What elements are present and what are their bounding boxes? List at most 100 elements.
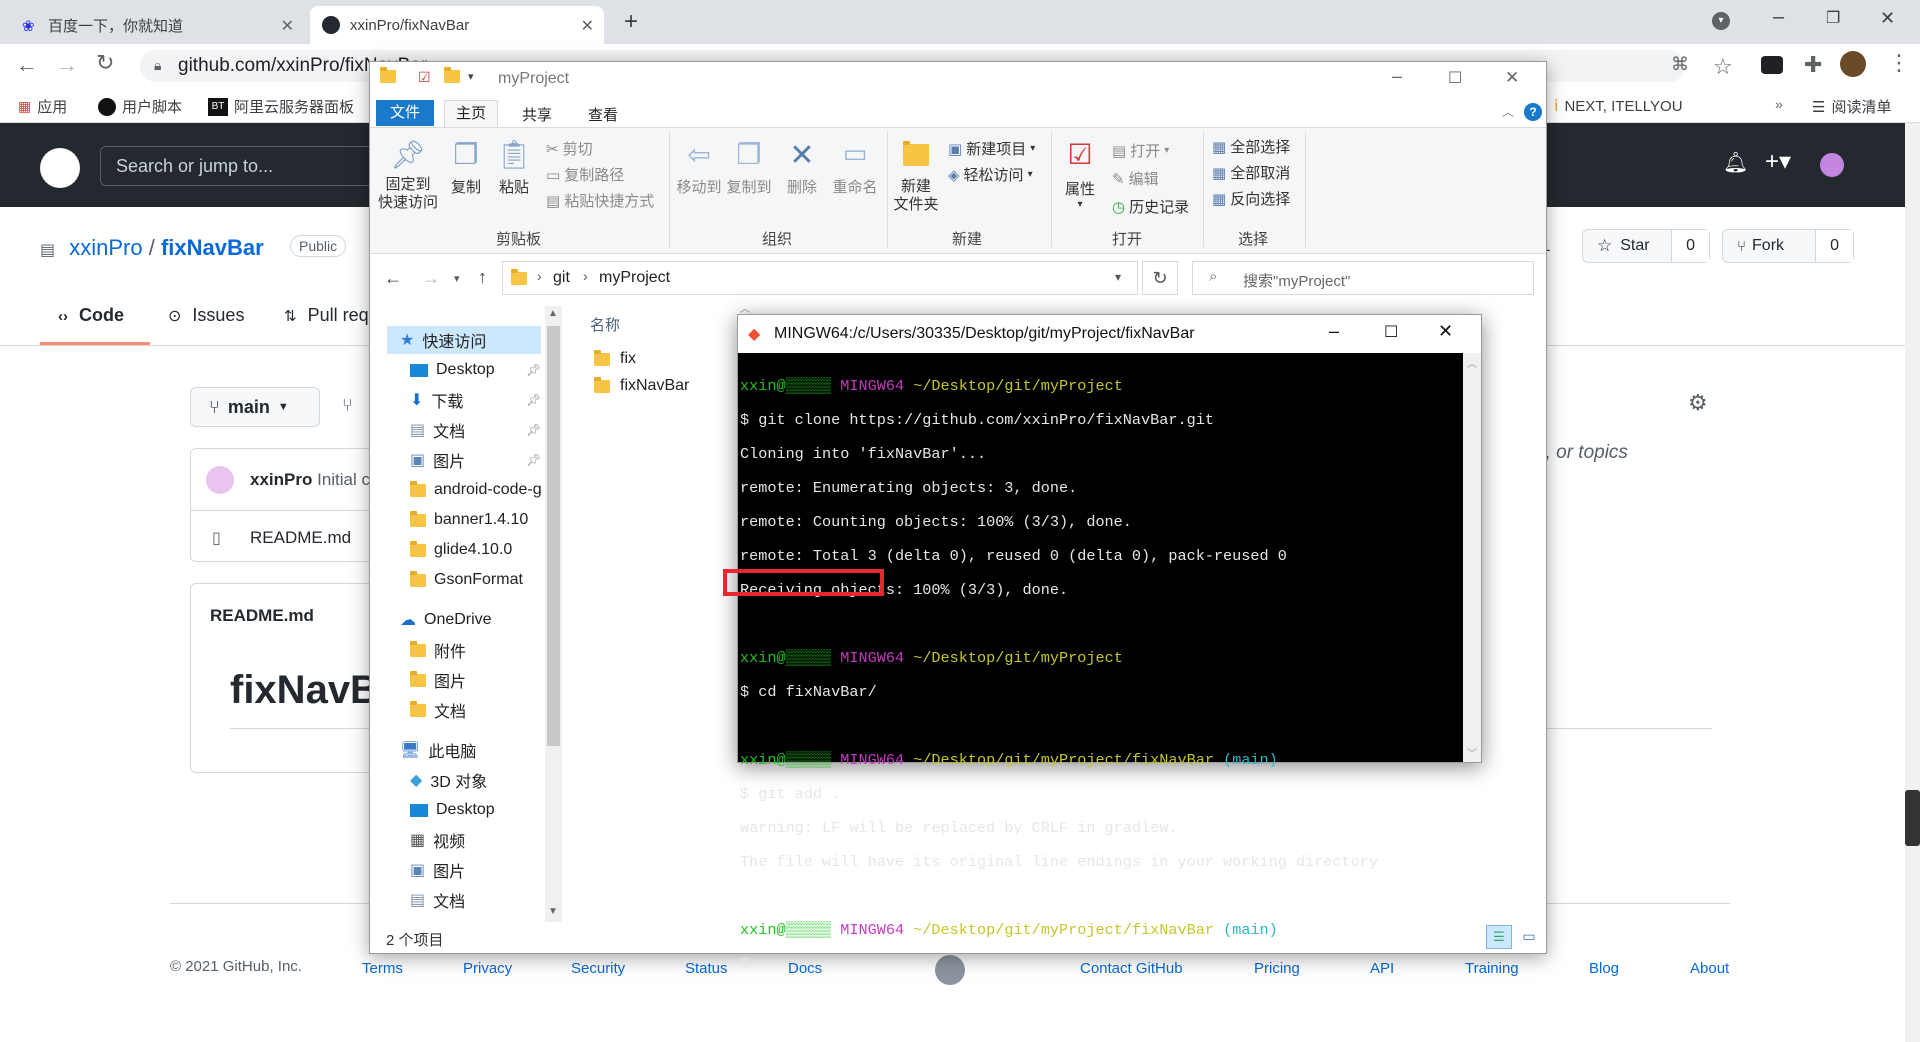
ribbon-tab-home[interactable]: 主页 bbox=[444, 100, 498, 128]
details-view-icon[interactable]: ☰ bbox=[1486, 925, 1512, 949]
customize-quick-access-icon[interactable]: ▾ bbox=[468, 70, 474, 83]
copy-to-button[interactable]: ❐ 复制到 bbox=[724, 138, 774, 197]
copy-path-button[interactable]: ▭ 复制路径 bbox=[546, 164, 624, 185]
back-icon[interactable]: ← bbox=[16, 52, 38, 78]
move-to-button[interactable]: ⇦ 移动到 bbox=[674, 138, 724, 197]
close-tab-icon[interactable]: ✕ bbox=[581, 16, 594, 36]
nav-3d-objects[interactable]: ◆ 3D 对象 bbox=[410, 768, 487, 792]
nav-onedrive[interactable]: ☁ OneDrive bbox=[400, 608, 492, 632]
scroll-up-icon[interactable]: ︿ bbox=[1467, 355, 1477, 370]
notifications-bell-icon[interactable]: 🔔︎ bbox=[1723, 150, 1748, 175]
branch-select[interactable]: ⑂ main ▼ bbox=[190, 387, 320, 427]
up-folder-icon[interactable]: ↑ bbox=[478, 267, 487, 288]
breadcrumb-git[interactable]: git bbox=[553, 269, 570, 287]
nav-glide[interactable]: glide4.10.0 bbox=[410, 538, 512, 562]
close-tab-icon[interactable]: ✕ bbox=[281, 16, 294, 36]
nav-gsonformat[interactable]: GsonFormat bbox=[410, 568, 523, 592]
extension-icon[interactable] bbox=[1761, 56, 1783, 74]
tab-code[interactable]: ‹› Code bbox=[58, 305, 124, 326]
new-folder-quick-icon[interactable] bbox=[444, 67, 460, 88]
nav-videos[interactable]: ▦ 视频 bbox=[410, 828, 465, 852]
properties-button[interactable]: ☑ 属性 ▾ bbox=[1058, 138, 1102, 210]
address-dropdown-icon[interactable]: ▾ bbox=[1115, 270, 1121, 284]
explorer-address-bar[interactable]: › git › myProject ▾ bbox=[502, 261, 1138, 295]
nav-attachments[interactable]: 附件 bbox=[410, 638, 466, 662]
cut-button[interactable]: ✂ 剪切 bbox=[546, 138, 593, 159]
scroll-down-icon[interactable]: ﹀ bbox=[1467, 745, 1477, 760]
rename-button[interactable]: ▭ 重命名 bbox=[830, 138, 880, 197]
select-all-button[interactable]: ▦ 全部选择 bbox=[1212, 136, 1290, 157]
nav-banner[interactable]: banner1.4.10 bbox=[410, 508, 528, 532]
nav-scrollbar-thumb[interactable] bbox=[547, 326, 560, 746]
repo-owner-link[interactable]: xxinPro bbox=[69, 235, 142, 260]
latest-commit[interactable]: xxinPro Initial c bbox=[250, 470, 370, 490]
close-window-icon[interactable]: ✕ bbox=[1880, 8, 1895, 29]
file-item-fix[interactable]: fix bbox=[594, 349, 636, 368]
nav-quick-access[interactable]: ★ 快速访问 bbox=[400, 328, 486, 352]
forward-icon[interactable]: → bbox=[56, 52, 78, 78]
tab-github[interactable]: xxinPro/fixNavBar ✕ bbox=[310, 6, 604, 44]
tab-baidu[interactable]: ❀ 百度一下，你就知道 ✕ bbox=[10, 6, 304, 44]
terminal-scrollbar[interactable]: ︿ ﹀ bbox=[1463, 353, 1481, 762]
explorer-back-icon[interactable]: ← bbox=[384, 268, 402, 289]
invert-selection-button[interactable]: ▦ 反向选择 bbox=[1212, 188, 1290, 209]
pin-quick-access-button[interactable]: 📌︎ 固定到 快速访问 bbox=[376, 138, 440, 212]
explorer-search-input[interactable]: ⌕ 搜索"myProject" bbox=[1192, 261, 1534, 295]
translate-icon[interactable]: ⌘ bbox=[1671, 54, 1689, 75]
tab-pull-requests[interactable]: ⇅ Pull requests bbox=[284, 305, 368, 326]
scroll-up-icon[interactable]: ▲ bbox=[548, 308, 558, 319]
paste-button[interactable]: 📋︎ 粘贴 bbox=[494, 138, 534, 197]
user-avatar[interactable] bbox=[1820, 153, 1844, 177]
paste-shortcut-button[interactable]: ▤ 粘贴快捷方式 bbox=[546, 190, 654, 211]
refresh-icon[interactable]: ↻ bbox=[1142, 261, 1178, 295]
explorer-minimize-icon[interactable]: – bbox=[1392, 66, 1402, 87]
ribbon-tab-file[interactable]: 文件 bbox=[376, 100, 434, 126]
repo-name-link[interactable]: fixNavBar bbox=[161, 235, 264, 260]
minimize-icon[interactable]: – bbox=[1773, 6, 1784, 29]
page-scrollbar[interactable] bbox=[1905, 123, 1920, 1042]
nav-desktop[interactable]: Desktop bbox=[410, 358, 495, 382]
extensions-puzzle-icon[interactable]: ✚ bbox=[1804, 52, 1822, 78]
new-tab-icon[interactable]: + bbox=[624, 8, 638, 36]
history-button[interactable]: ◷ 历史记录 bbox=[1112, 196, 1189, 217]
profile-avatar[interactable] bbox=[1840, 51, 1866, 77]
nav-this-pc[interactable]: 🖥︎ 此电脑 bbox=[400, 738, 476, 762]
terminal-output[interactable]: xxin@▒▒▒▒▒ MINGW64 ~/Desktop/git/myProje… bbox=[738, 353, 1460, 973]
new-item-button[interactable]: ▣ 新建项目 ▾ bbox=[948, 138, 1035, 159]
nav-pc-documents[interactable]: ▤ 文档 bbox=[410, 888, 465, 912]
create-new-icon[interactable]: +▾ bbox=[1765, 147, 1791, 176]
new-folder-button[interactable]: 新建 文件夹 bbox=[892, 138, 940, 214]
reading-list[interactable]: ☰ 阅读清单 bbox=[1812, 96, 1891, 117]
github-search-input[interactable]: Search or jump to... bbox=[100, 146, 375, 186]
branches-icon[interactable]: ⑂ bbox=[342, 395, 353, 416]
tab-search-icon[interactable]: ▾ bbox=[1712, 12, 1730, 30]
page-scrollbar-thumb[interactable] bbox=[1905, 790, 1920, 846]
footer-link-training[interactable]: Training bbox=[1465, 960, 1519, 977]
nav-pc-pictures[interactable]: ▣ 图片 bbox=[410, 858, 465, 882]
github-logo-icon[interactable] bbox=[40, 148, 80, 188]
explorer-forward-icon[interactable]: → bbox=[422, 268, 440, 289]
recent-locations-icon[interactable]: ▾ bbox=[454, 272, 460, 285]
nav-documents[interactable]: ▤ 文档 bbox=[410, 418, 465, 442]
nav-downloads[interactable]: ⬇ 下载 bbox=[410, 388, 463, 412]
footer-link-blog[interactable]: Blog bbox=[1589, 960, 1619, 977]
star-button[interactable]: ☆ Star 0 bbox=[1582, 229, 1710, 263]
nav-pc-desktop[interactable]: Desktop bbox=[410, 798, 495, 822]
bookmark-aliyun[interactable]: BT 阿里云服务器面板 bbox=[208, 96, 354, 117]
nav-onedrive-documents[interactable]: 文档 bbox=[410, 698, 466, 722]
terminal-maximize-icon[interactable]: ☐ bbox=[1384, 322, 1398, 342]
bookmark-apps[interactable]: ▦ 应用 bbox=[18, 96, 67, 117]
properties-quick-icon[interactable]: ☑ bbox=[418, 69, 431, 86]
file-item-fixnavbar[interactable]: fixNavBar bbox=[594, 376, 689, 395]
help-icon[interactable]: ? bbox=[1524, 103, 1542, 121]
footer-link-terms[interactable]: Terms bbox=[362, 960, 403, 977]
edit-button[interactable]: ✎ 编辑 bbox=[1112, 168, 1159, 189]
settings-gear-icon[interactable]: ⚙ bbox=[1688, 390, 1708, 416]
bookmark-star-icon[interactable]: ☆ bbox=[1713, 54, 1733, 80]
terminal-close-icon[interactable]: ✕ bbox=[1438, 321, 1453, 342]
collapse-ribbon-icon[interactable]: ︿ bbox=[1502, 103, 1514, 120]
footer-link-status[interactable]: Status bbox=[685, 960, 728, 977]
file-row-readme[interactable]: README.md bbox=[250, 528, 351, 548]
breadcrumb-myproject[interactable]: myProject bbox=[599, 269, 670, 287]
terminal-minimize-icon[interactable]: – bbox=[1329, 321, 1339, 342]
